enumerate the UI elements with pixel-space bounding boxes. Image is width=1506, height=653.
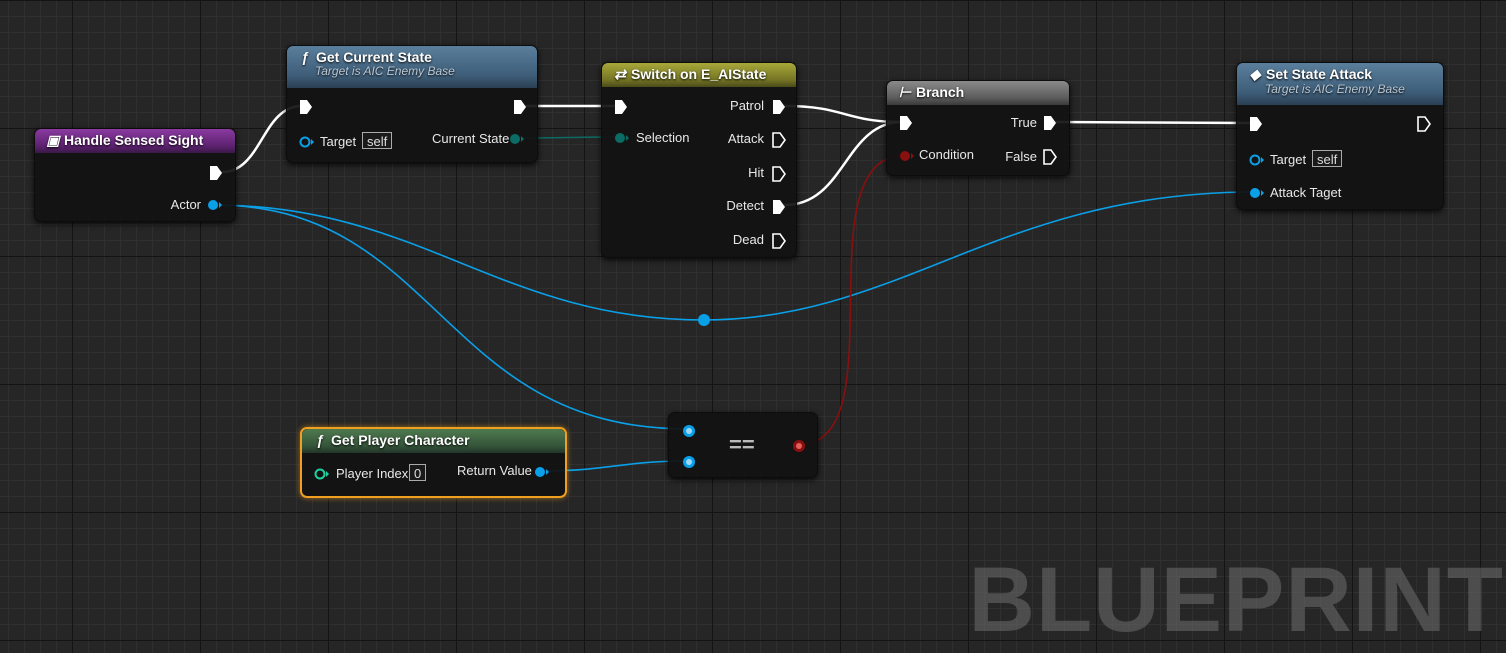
node-get-current-state[interactable]: ƒ Get Current State Target is AIC Enemy B…	[286, 45, 538, 163]
target-value-field[interactable]: self	[1312, 150, 1343, 167]
equal-operator: ==	[729, 432, 755, 457]
input-b-pin[interactable]	[681, 454, 697, 470]
output-dead-label: Dead	[732, 232, 764, 247]
actor-pin[interactable]	[207, 198, 223, 212]
player-index-label: Player Index	[336, 466, 409, 481]
node-title: Handle Sensed Sight	[64, 132, 204, 148]
target-value-field[interactable]: self	[362, 132, 393, 149]
target-label: Target	[1270, 152, 1307, 167]
attack-target-label: Attack Taget	[1270, 185, 1342, 200]
node-header: ƒ Get Player Character	[302, 429, 565, 453]
node-title: Set State Attack	[1266, 66, 1373, 82]
switch-icon: ⇄	[614, 66, 626, 82]
selection-label: Selection	[636, 130, 690, 145]
output-attack-label: Attack	[727, 131, 764, 146]
exec-wire-detect-to-branch[interactable]	[783, 120, 904, 207]
event-icon: ▣	[46, 132, 60, 148]
blueprint-watermark: BLUEPRINT	[968, 549, 1504, 651]
current-state-pin[interactable]	[509, 132, 525, 146]
output-patrol-label: Patrol	[730, 98, 764, 113]
node-title: Switch on E_AIState	[631, 66, 767, 82]
node-subtitle: Target is AIC Enemy Base	[1265, 82, 1405, 96]
output-detect-pin[interactable]	[772, 199, 786, 215]
node-handle-sensed-sight[interactable]: ▣ Handle Sensed Sight Actor	[34, 128, 236, 222]
false-label: False	[1005, 149, 1037, 164]
reroute-node[interactable]	[698, 314, 710, 326]
output-detect-label: Detect	[726, 198, 764, 213]
output-patrol-pin[interactable]	[772, 99, 786, 115]
exec-out-pin[interactable]	[1417, 116, 1431, 132]
function-icon: ƒ	[316, 432, 324, 448]
output-attack-pin[interactable]	[772, 132, 786, 148]
node-switch-on-e-aistate[interactable]: ⇄ Switch on E_AIState Selection Patrol At…	[601, 62, 797, 258]
condition-pin[interactable]	[899, 149, 915, 163]
exec-wire-true-to-setstate[interactable]	[1054, 120, 1254, 125]
exec-out-pin[interactable]	[513, 99, 527, 115]
node-title: Get Current State	[316, 49, 432, 65]
node-get-player-character[interactable]: ƒ Get Player Character Player Index 0 Ret…	[300, 427, 567, 498]
branch-icon: ⊢	[898, 84, 912, 100]
node-title: Get Player Character	[331, 432, 470, 448]
return-value-pin[interactable]	[534, 465, 550, 479]
node-header: ▣ Handle Sensed Sight	[35, 129, 235, 153]
function-icon: ƒ	[301, 49, 309, 65]
output-hit-pin[interactable]	[772, 166, 786, 182]
return-value-label: Return Value	[457, 463, 532, 478]
node-header: ⇄ Switch on E_AIState	[602, 63, 796, 87]
node-subtitle: Target is AIC Enemy Base	[315, 64, 455, 78]
exec-wire-patrol-to-branch[interactable]	[783, 104, 904, 124]
attack-target-pin[interactable]	[1249, 186, 1265, 200]
node-title: Branch	[916, 84, 965, 100]
true-label: True	[1010, 115, 1037, 130]
exec-out-pin[interactable]	[209, 165, 223, 181]
input-a-pin[interactable]	[681, 423, 697, 439]
exec-in-pin[interactable]	[899, 115, 913, 131]
false-out-pin[interactable]	[1043, 149, 1057, 165]
node-header: ⊢ Branch	[887, 81, 1069, 105]
exec-in-pin[interactable]	[299, 99, 313, 115]
output-dead-pin[interactable]	[772, 233, 786, 249]
output-bool-pin[interactable]	[791, 438, 807, 454]
node-equal[interactable]: ==	[668, 412, 818, 478]
condition-label: Condition	[919, 147, 974, 162]
diamond-icon: ◆	[1249, 66, 1261, 82]
node-header: ƒ Get Current State Target is AIC Enemy B…	[287, 46, 537, 88]
target-label: Target	[320, 134, 357, 149]
target-pin[interactable]	[1249, 153, 1265, 167]
selection-pin[interactable]	[614, 131, 630, 145]
actor-label: Actor	[170, 197, 201, 212]
node-set-state-attack[interactable]: ◆ Set State Attack Target is AIC Enemy Ba…	[1236, 62, 1444, 210]
node-branch[interactable]: ⊢ Branch Condition True False	[886, 80, 1070, 176]
exec-in-pin[interactable]	[614, 99, 628, 115]
node-header: ◆ Set State Attack Target is AIC Enemy Ba…	[1237, 63, 1443, 105]
exec-in-pin[interactable]	[1249, 116, 1263, 132]
player-index-field[interactable]: 0	[409, 464, 427, 481]
target-pin[interactable]	[299, 135, 315, 149]
true-out-pin[interactable]	[1043, 115, 1057, 131]
player-index-pin[interactable]	[314, 467, 330, 481]
output-hit-label: Hit	[748, 165, 764, 180]
bool-wire-equal-to-condition[interactable]	[797, 154, 907, 446]
current-state-label: Current State	[432, 131, 510, 146]
